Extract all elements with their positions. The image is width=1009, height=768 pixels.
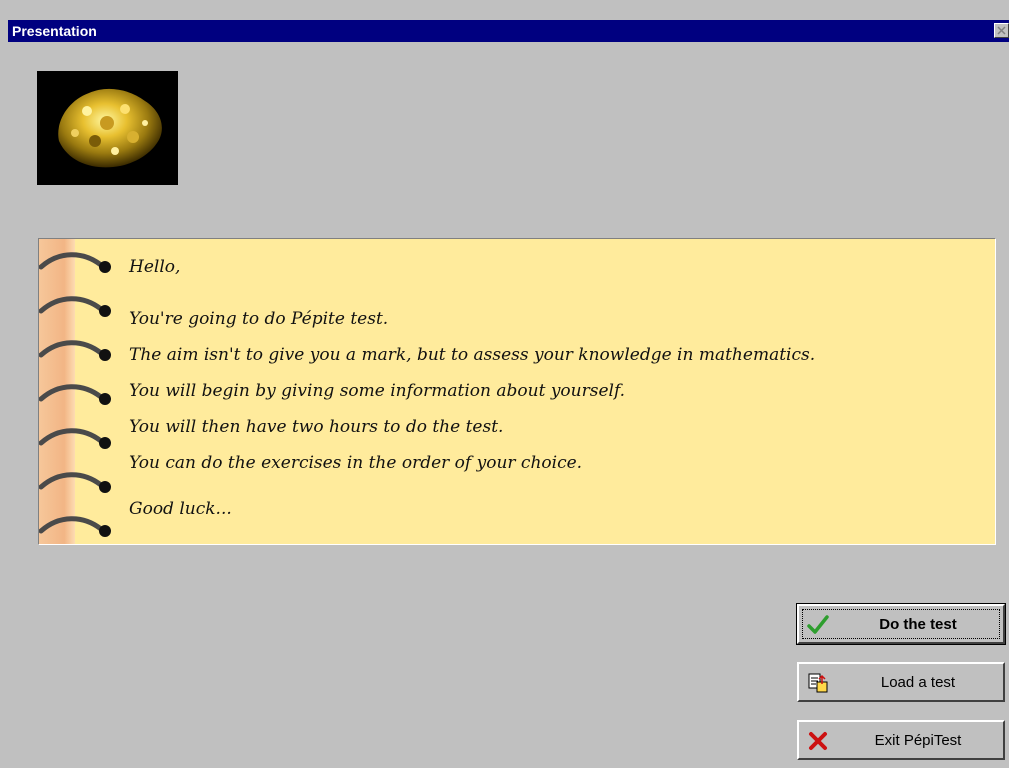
close-icon [997, 26, 1006, 35]
message-line: You're going to do Pépite test. [129, 309, 389, 329]
do-the-test-label: Do the test [879, 616, 957, 633]
exit-pepitest-label: Exit PépiTest [874, 732, 962, 749]
message-line: You can do the exercises in the order of… [129, 453, 583, 473]
check-icon [807, 615, 829, 634]
load-file-icon [808, 673, 828, 693]
do-the-test-button[interactable]: Do the test [796, 603, 1006, 645]
red-x-icon [809, 732, 827, 750]
message-line: You will then have two hours to do the t… [129, 417, 504, 437]
message-line: Hello, [129, 257, 181, 277]
title-bar: Presentation [8, 20, 1009, 42]
exit-pepitest-button[interactable]: Exit PépiTest [797, 720, 1005, 760]
spiral-binding-icon [39, 252, 111, 537]
window-title: Presentation [12, 23, 97, 39]
load-a-test-button[interactable]: Load a test [797, 662, 1005, 702]
close-button[interactable] [994, 23, 1009, 38]
message-line: You will begin by giving some informatio… [129, 381, 626, 401]
gold-nugget-image [37, 71, 178, 185]
message-line: The aim isn't to give you a mark, but to… [129, 345, 816, 365]
message-line: Good luck... [129, 499, 232, 519]
load-a-test-label: Load a test [880, 674, 956, 691]
presentation-message-panel: Hello, You're going to do Pépite test. T… [38, 238, 996, 545]
